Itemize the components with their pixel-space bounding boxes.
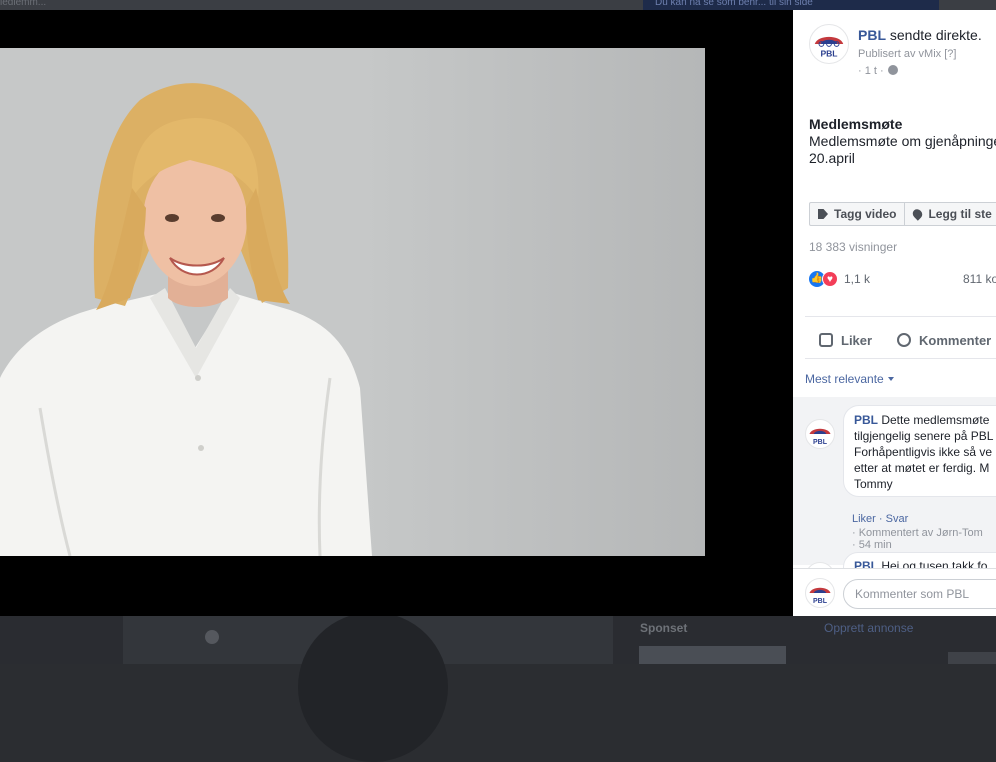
comment-bubble-icon [897, 333, 911, 347]
post-side-panel: PBL PBL sendte direkte. Publisert av vMi… [793, 10, 996, 616]
background-shape [298, 612, 448, 762]
background-banner: Du kan nå se som behr... til sin side [643, 0, 939, 10]
svg-text:PBL: PBL [820, 48, 837, 58]
comment-composer: PBL Kommenter som PBL [793, 568, 996, 616]
background-shape [205, 630, 219, 644]
video-player[interactable] [0, 48, 705, 556]
view-count: 18 383 visninger [809, 240, 898, 254]
composer-avatar: PBL [805, 578, 835, 608]
tag-icon [818, 209, 828, 219]
commenter-avatar[interactable]: PBL [805, 419, 835, 449]
like-button[interactable]: Liker [819, 330, 872, 350]
post-timestamp[interactable]: · 1 t · [858, 65, 898, 77]
video-frame-presenter [0, 83, 372, 556]
post-tag-buttons: Tagg video Legg til ste [809, 202, 996, 226]
commented-by: · Kommentert av Jørn-Tom [852, 527, 983, 539]
svg-text:PBL: PBL [813, 598, 828, 605]
reactions-summary[interactable]: 👍 ♥ 1,1 k [809, 270, 870, 288]
reactions-count: 1,1 k [844, 272, 871, 286]
post-header: PBL sendte direkte. [858, 27, 982, 43]
comment-bubble: PBL Dette medlemsmøte tilgjengelig sener… [843, 405, 996, 497]
create-ad-link: Opprett annonse [824, 621, 914, 635]
comment-author-link[interactable]: PBL [854, 413, 878, 427]
pbl-logo-avatar[interactable]: PBL [809, 24, 849, 64]
location-pin-icon [911, 207, 925, 221]
love-reaction-icon: ♥ [822, 271, 838, 287]
comment-input[interactable]: Kommenter som PBL [843, 579, 996, 609]
comment-actions[interactable]: Liker · Svar [852, 513, 908, 525]
sponset-label: Sponset [640, 621, 688, 635]
comments-count-link[interactable]: 811 ko [963, 272, 996, 286]
comment-time[interactable]: · 54 min [852, 539, 892, 551]
comments-list: PBL PBL Dette medlemsmøte tilgjengelig s… [793, 397, 996, 592]
background-text: ledlemm... [0, 0, 47, 8]
ad-thumbnail [639, 646, 786, 664]
caret-down-icon [887, 377, 894, 381]
background-thumbnail [948, 652, 996, 664]
tag-video-button[interactable]: Tagg video [809, 202, 906, 226]
svg-text:PBL: PBL [813, 439, 828, 446]
video-lightbox[interactable] [0, 10, 793, 616]
background-banner-text: Du kan nå se som behr... til sin side [655, 0, 813, 8]
help-link[interactable]: [?] [944, 48, 956, 60]
comment-sort-dropdown[interactable]: Mest relevante [805, 372, 894, 386]
post-title: Medlemsmøte [809, 116, 903, 132]
post-description: Medlemsmøte om gjenåpningen 20.april [809, 133, 996, 166]
globe-icon [887, 65, 898, 75]
add-location-button[interactable]: Legg til ste [905, 202, 996, 226]
background-page-header: ledlemm... Du kan nå se som behr... til … [0, 0, 996, 10]
background-page-content: Sponset Opprett annonse [0, 612, 996, 762]
comment-button[interactable]: Kommenter [897, 330, 991, 350]
post-action-text: sendte direkte. [889, 27, 982, 43]
published-by: Publisert av vMix [?] [858, 48, 957, 60]
thumbs-up-icon [819, 333, 833, 347]
page-name-link[interactable]: PBL [858, 27, 886, 43]
